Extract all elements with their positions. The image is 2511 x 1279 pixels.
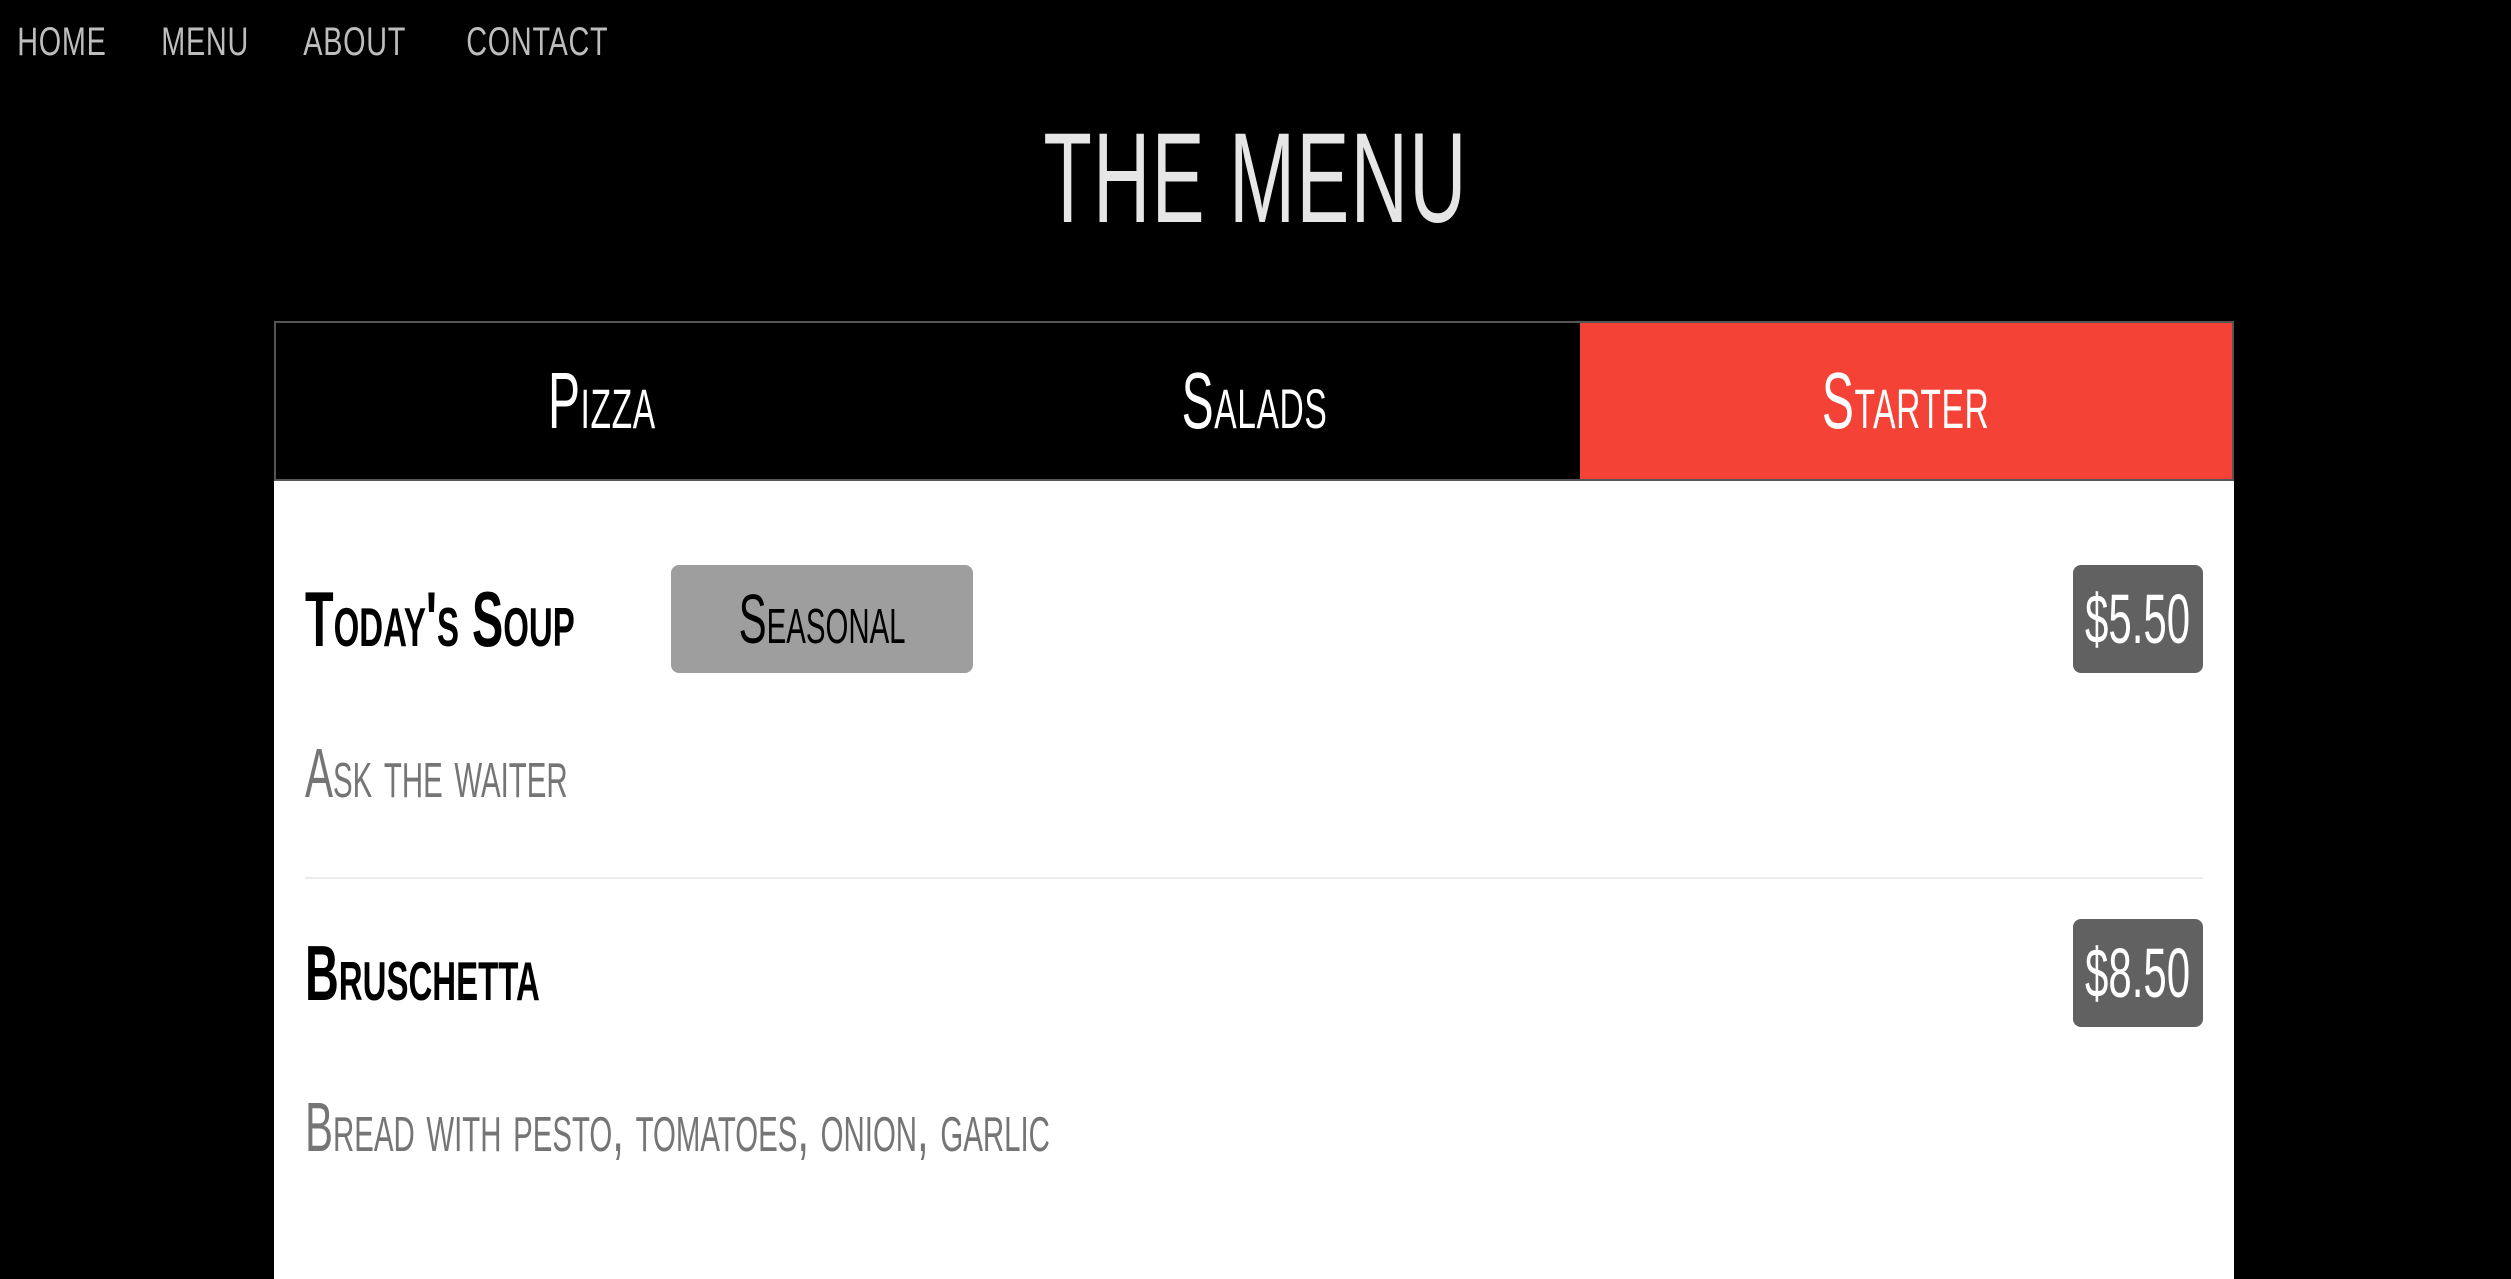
tab-salads-label: Salads [1181, 356, 1327, 445]
menu-item-description: Ask the waiter [305, 673, 2203, 877]
menu-item-name: Today's Soup [305, 574, 575, 663]
menu-item-title-group: Today's Soup Seasonal [305, 565, 973, 673]
menu-card: Pizza Salads Starter Today's Soup Season… [274, 321, 2234, 1279]
category-tab-bar: Pizza Salads Starter [274, 321, 2234, 481]
tab-pizza-label: Pizza [548, 356, 656, 445]
tab-starter-label: Starter [1822, 356, 1990, 445]
menu-item-price-value: $8.50 [2085, 934, 2191, 1012]
seasonal-tag-label: Seasonal [738, 580, 906, 658]
menu-item-price: $8.50 [2073, 919, 2203, 1027]
nav-link-about[interactable]: ABOUT [286, 20, 423, 65]
menu-item-list: Today's Soup Seasonal $5.50 Ask the wait… [274, 565, 2234, 1231]
menu-item-description: Bread with pesto, tomatoes, onion, garli… [305, 1027, 2203, 1231]
menu-item-header: Today's Soup Seasonal $5.50 [305, 565, 2203, 673]
menu-item-name: Bruschetta [305, 928, 540, 1017]
nav-link-menu[interactable]: MENU [144, 20, 266, 65]
menu-item-todays-soup: Today's Soup Seasonal $5.50 Ask the wait… [305, 565, 2203, 879]
menu-item-price: $5.50 [2073, 565, 2203, 673]
nav-link-contact[interactable]: CONTACT [449, 20, 626, 65]
menu-item-bruschetta: Bruschetta $8.50 Bread with pesto, tomat… [305, 919, 2203, 1231]
menu-item-description-text: Ask the waiter [305, 734, 568, 812]
top-navigation: HOME MENU ABOUT CONTACT [0, 0, 666, 84]
seasonal-tag: Seasonal [670, 565, 973, 673]
tab-starter[interactable]: Starter [1580, 323, 2232, 479]
menu-item-price-value: $5.50 [2085, 580, 2191, 658]
page-title: THE MENU [1043, 106, 1468, 250]
tab-pizza[interactable]: Pizza [276, 323, 928, 479]
nav-link-home[interactable]: HOME [0, 20, 124, 65]
menu-item-description-text: Bread with pesto, tomatoes, onion, garli… [305, 1088, 1050, 1166]
tab-salads[interactable]: Salads [928, 323, 1580, 479]
menu-item-header: Bruschetta $8.50 [305, 919, 2203, 1027]
menu-item-title-group: Bruschetta [305, 928, 696, 1019]
